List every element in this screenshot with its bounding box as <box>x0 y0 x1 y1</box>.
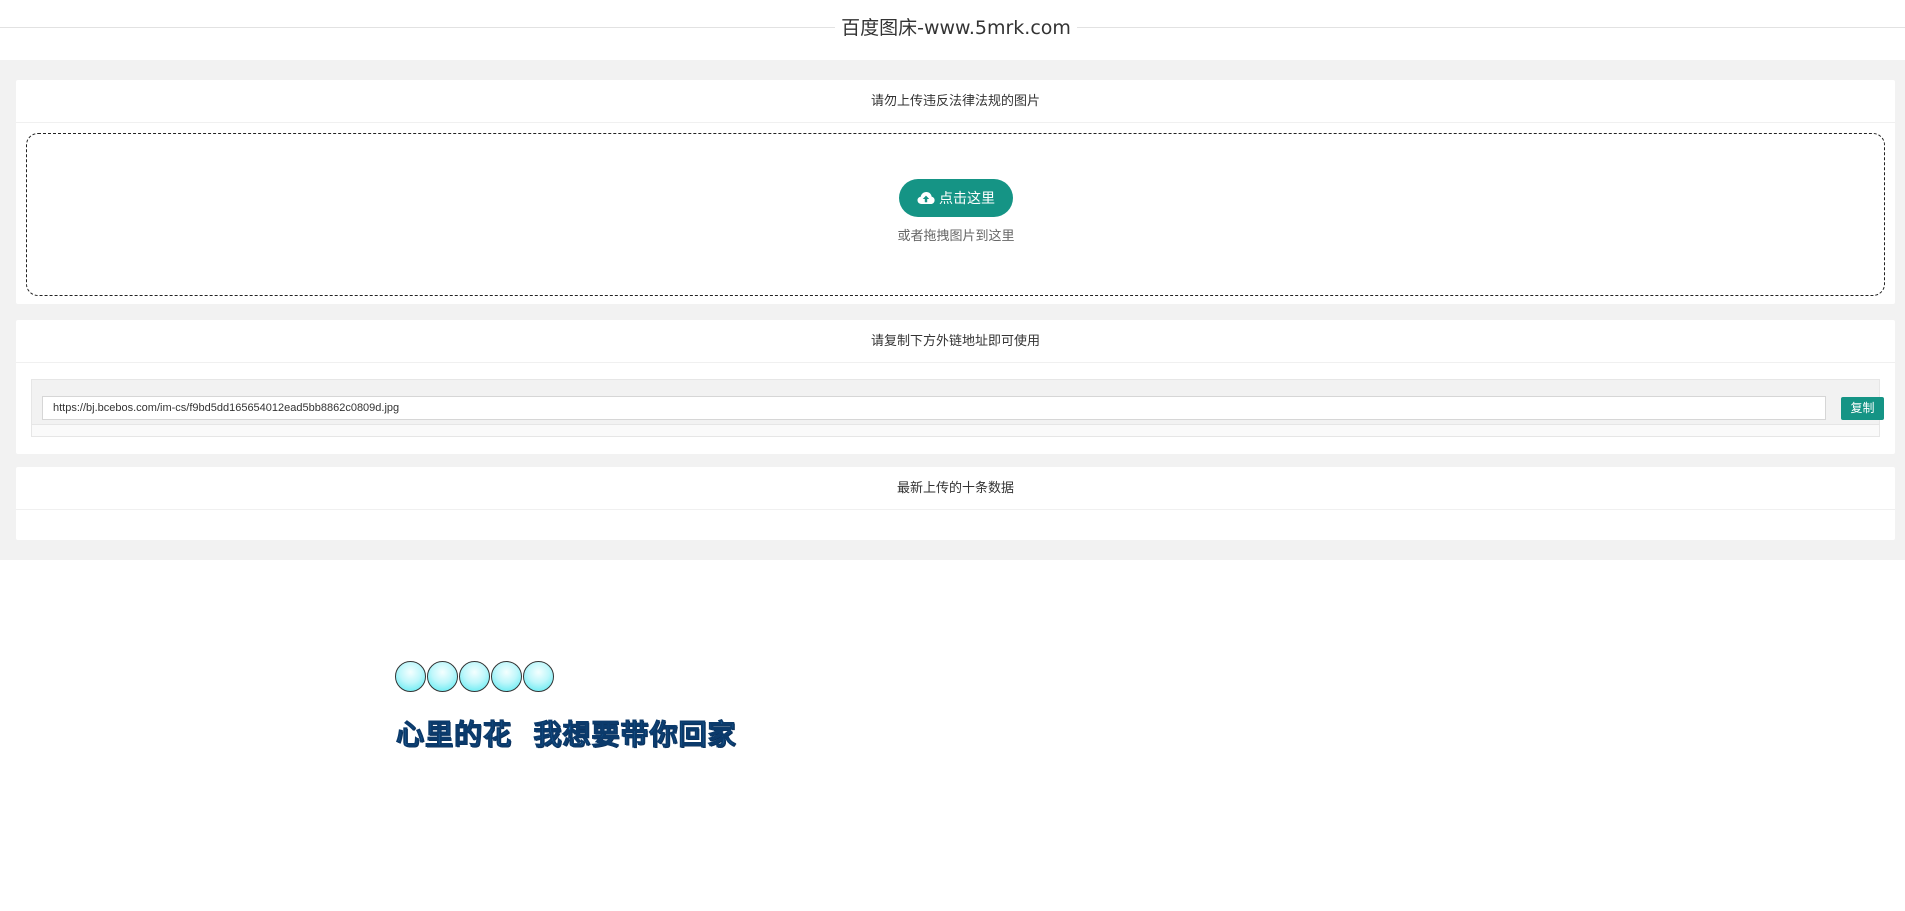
link-box-footer <box>32 424 1879 436</box>
header-divider-left <box>0 27 835 28</box>
drop-hint: 或者拖拽图片到这里 <box>897 229 1015 244</box>
link-card: 请复制下方外链地址即可使用 复制 <box>16 320 1895 454</box>
header-divider-right <box>1077 27 1905 28</box>
bubble-row <box>395 661 554 692</box>
content-area: 请勿上传违反法律法规的图片 点击这里 或者拖拽图片到这里 请复制下方外链地址即可… <box>0 60 1905 560</box>
link-heading: 请复制下方外链地址即可使用 <box>16 320 1895 363</box>
link-box: 复制 <box>31 379 1884 437</box>
upload-button-label: 点击这里 <box>939 191 995 207</box>
bubble-icon <box>395 661 426 692</box>
bubble-icon <box>523 661 554 692</box>
copy-button[interactable]: 复制 <box>1841 397 1884 420</box>
page-header: 百度图床-www.5mrk.com <box>0 0 1905 60</box>
upload-dropzone[interactable]: 点击这里 或者拖拽图片到这里 <box>26 133 1885 296</box>
recent-uploads-card: 最新上传的十条数据 <box>16 467 1895 540</box>
upload-card: 请勿上传违反法律法规的图片 点击这里 或者拖拽图片到这里 <box>16 80 1895 304</box>
upload-notice: 请勿上传违反法律法规的图片 <box>16 80 1895 123</box>
recent-heading: 最新上传的十条数据 <box>16 467 1895 510</box>
cloud-upload-icon <box>917 191 935 205</box>
image-url-field[interactable] <box>42 396 1826 420</box>
slogan-text: 心里的花 我想要带你回家 <box>396 718 737 752</box>
bubble-icon <box>491 661 522 692</box>
bubble-icon <box>427 661 458 692</box>
bubble-icon <box>459 661 490 692</box>
upload-button[interactable]: 点击这里 <box>899 179 1013 217</box>
site-title: 百度图床-www.5mrk.com <box>841 17 1071 39</box>
